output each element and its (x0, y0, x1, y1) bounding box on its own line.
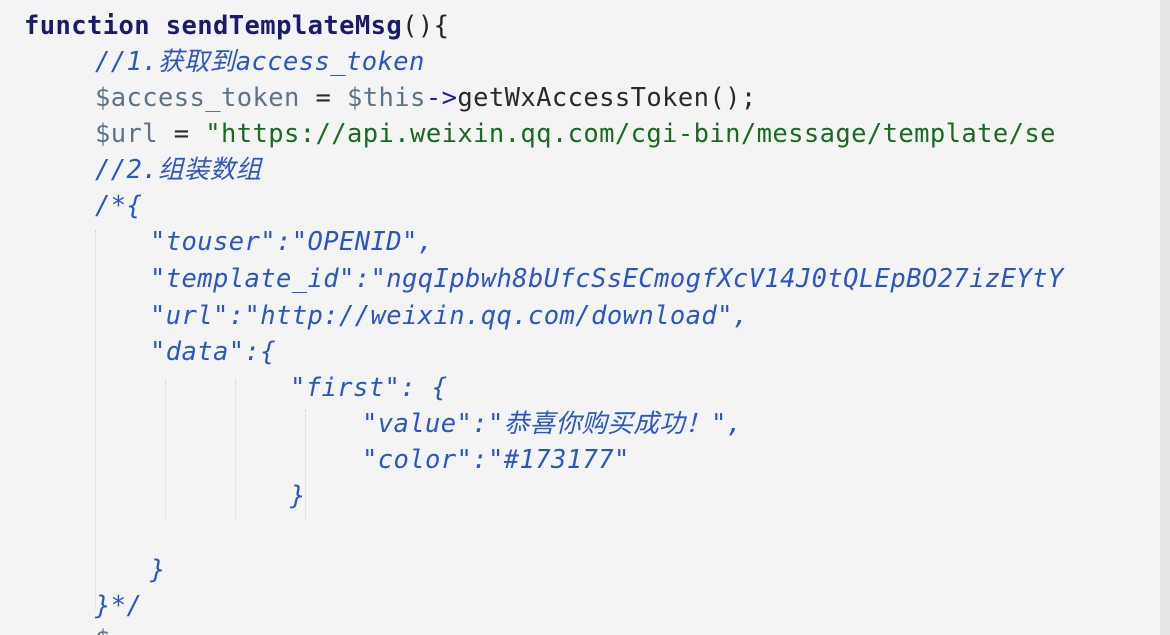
variable-access-token: $access_token (95, 83, 300, 113)
code-line-16[interactable]: }*/ (95, 588, 142, 624)
comment: "value":"恭喜你购买成功！", (362, 409, 743, 439)
code-line-13[interactable]: "color":"#173177" (362, 442, 630, 478)
comment: "data":{ (150, 337, 277, 367)
code-line-5[interactable]: //2.组装数组 (95, 152, 262, 188)
window-edge (1160, 0, 1170, 635)
comment: } (290, 481, 306, 511)
variable-this: $this (347, 83, 426, 113)
indent-guide (235, 380, 236, 520)
code-line-12[interactable]: "value":"恭喜你购买成功！", (362, 406, 742, 442)
comment: //1.获取到access_token (95, 47, 425, 77)
indent-guide (95, 230, 96, 610)
code-line-15[interactable]: } (150, 552, 166, 588)
punctuation: (){ (402, 11, 450, 41)
comment: "template_id":"ngqIpbwh8bUfcSsECmogfXcV1… (150, 264, 1064, 294)
method-call: getWxAccessToken(); (457, 83, 757, 113)
variable-url: $url (95, 119, 159, 149)
comment: } (150, 555, 166, 585)
code-line-9[interactable]: "url":"http://weixin.qq.com/download", (150, 298, 749, 334)
comment: /*{ (95, 191, 143, 221)
code-line-4[interactable]: $url = "https://api.weixin.qq.com/cgi-bi… (95, 116, 1056, 152)
code-editor[interactable]: function sendTemplateMsg(){ //1.获取到acces… (0, 0, 1170, 635)
code-line-2[interactable]: //1.获取到access_token (95, 44, 425, 80)
operator-arrow: -> (425, 83, 458, 113)
variable-partial: $ (95, 625, 111, 635)
comment: "first": { (290, 373, 448, 403)
code-line-17[interactable]: $ (95, 622, 111, 635)
code-line-14[interactable]: } (290, 478, 306, 514)
code-line-7[interactable]: "touser":"OPENID", (150, 224, 434, 260)
function-name: sendTemplateMsg (165, 11, 403, 41)
indent-guide (165, 380, 166, 520)
operator-assign: = (158, 119, 206, 149)
comment: "touser":"OPENID", (150, 227, 434, 257)
comment: //2.组装数组 (95, 155, 262, 185)
code-line-11[interactable]: "first": { (290, 370, 448, 406)
keyword-function: function (24, 11, 151, 41)
comment: "url":"http://weixin.qq.com/download", (150, 301, 749, 331)
operator-assign: = (299, 83, 348, 113)
code-line-6[interactable]: /*{ (95, 188, 142, 224)
code-line-3[interactable]: $access_token = $this->getWxAccessToken(… (95, 80, 757, 116)
code-line-10[interactable]: "data":{ (150, 334, 276, 370)
code-line-8[interactable]: "template_id":"ngqIpbwh8bUfcSsECmogfXcV1… (150, 261, 1064, 297)
comment: "color":"#173177" (362, 445, 630, 475)
string-url: "https://api.weixin.qq.com/cgi-bin/messa… (205, 119, 1056, 149)
code-line-1[interactable]: function sendTemplateMsg(){ (24, 8, 449, 44)
comment: }*/ (95, 591, 143, 621)
